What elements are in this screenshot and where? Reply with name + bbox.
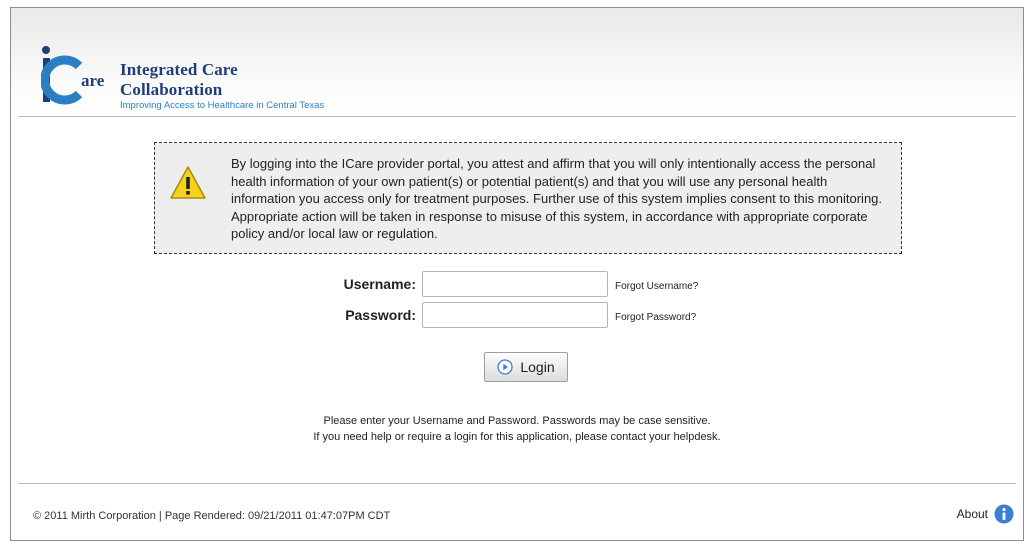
header: are Integrated Care Collaboration Improv… <box>11 8 1023 116</box>
logo-subtitle: Improving Access to Healthcare in Centra… <box>120 100 325 111</box>
login-button[interactable]: Login <box>484 352 568 382</box>
icare-logo-mark: are <box>40 46 105 105</box>
play-arrow-icon <box>497 359 514 375</box>
forgot-username-link[interactable]: Forgot Username? <box>615 281 698 292</box>
notice-text: By logging into the ICare provider porta… <box>231 156 883 242</box>
page-frame: are Integrated Care Collaboration Improv… <box>10 7 1024 541</box>
footer-divider <box>18 483 1016 484</box>
legal-notice: By logging into the ICare provider porta… <box>154 142 902 254</box>
help-line-1: Please enter your Username and Password.… <box>323 415 711 427</box>
footer-copyright: © 2011 Mirth Corporation | Page Rendered… <box>33 510 391 522</box>
password-row: Password: Forgot Password? <box>11 302 1023 330</box>
about-label: About <box>956 507 988 521</box>
username-input[interactable] <box>422 271 608 297</box>
forgot-password-link[interactable]: Forgot Password? <box>615 312 696 323</box>
help-line-2: If you need help or require a login for … <box>313 431 721 443</box>
username-label: Username: <box>343 276 416 292</box>
about-link[interactable]: About <box>957 504 1014 524</box>
password-label: Password: <box>345 307 416 323</box>
warning-icon <box>170 166 206 199</box>
password-input[interactable] <box>422 302 608 328</box>
header-divider <box>18 116 1016 117</box>
username-row: Username: Forgot Username? <box>11 271 1023 299</box>
logo-title: Integrated Care Collaboration <box>120 60 238 99</box>
icare-logo: are Integrated Care Collaboration Improv… <box>40 46 341 111</box>
login-button-label: Login <box>520 359 555 375</box>
logo-mark-text: are <box>81 71 105 90</box>
info-icon <box>994 504 1014 524</box>
